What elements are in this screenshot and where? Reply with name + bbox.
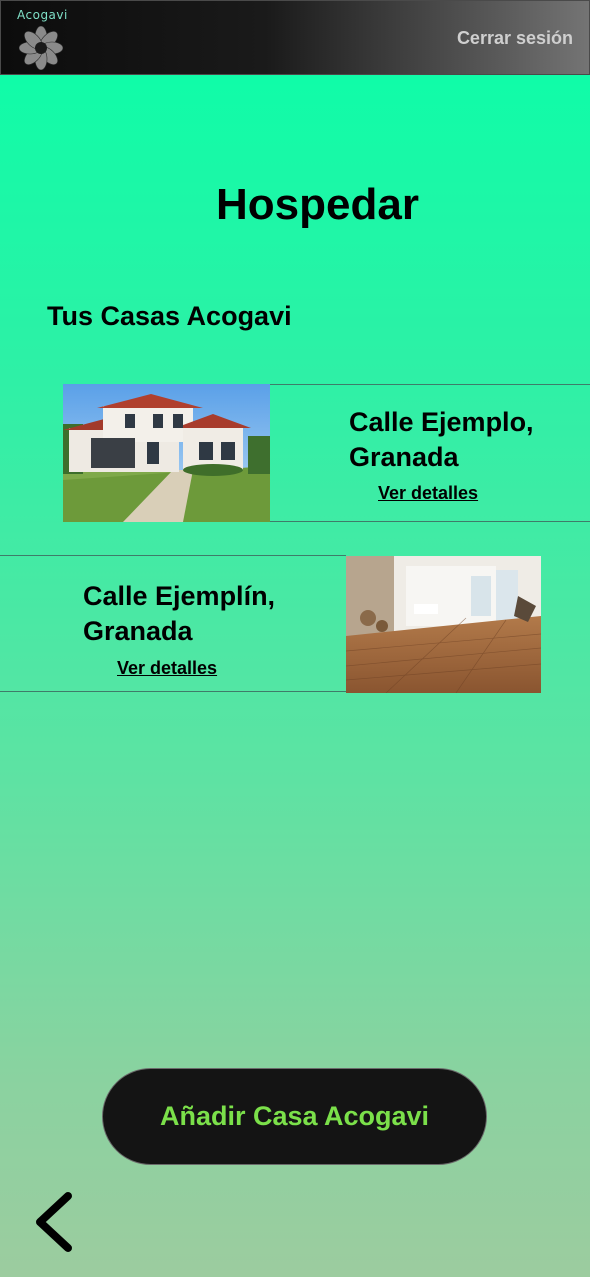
house-exterior-image[interactable] [63, 384, 270, 522]
house-1-details-link[interactable]: Ver detalles [378, 483, 478, 504]
page-title: Hospedar [216, 180, 419, 229]
house-2-details-link[interactable]: Ver detalles [117, 658, 217, 679]
house-2-address: Calle Ejemplín, Granada [83, 579, 275, 649]
house-1-address-line2: Granada [349, 442, 459, 472]
top-bar: Acogavi Cerrar sesión [0, 0, 590, 75]
brand-name: Acogavi [17, 8, 68, 22]
logout-link[interactable]: Cerrar sesión [457, 28, 573, 49]
card-divider-bottom [0, 691, 346, 692]
house-2-address-line2: Granada [83, 616, 193, 646]
interior-floor-image[interactable] [346, 556, 541, 693]
card-divider-top [0, 555, 346, 556]
add-house-button[interactable]: Añadir Casa Acogavi [102, 1068, 487, 1165]
card-divider-top [270, 384, 590, 385]
chevron-left-icon[interactable] [30, 1190, 80, 1254]
house-2-address-line1: Calle Ejemplín, [83, 581, 276, 611]
house-1-address-line1: Calle Ejemplo, [349, 407, 534, 437]
house-1-address: Calle Ejemplo, Granada [349, 405, 534, 475]
brand-logo-icon [19, 26, 63, 70]
section-title: Tus Casas Acogavi [47, 301, 292, 331]
card-divider-bottom [270, 521, 590, 522]
